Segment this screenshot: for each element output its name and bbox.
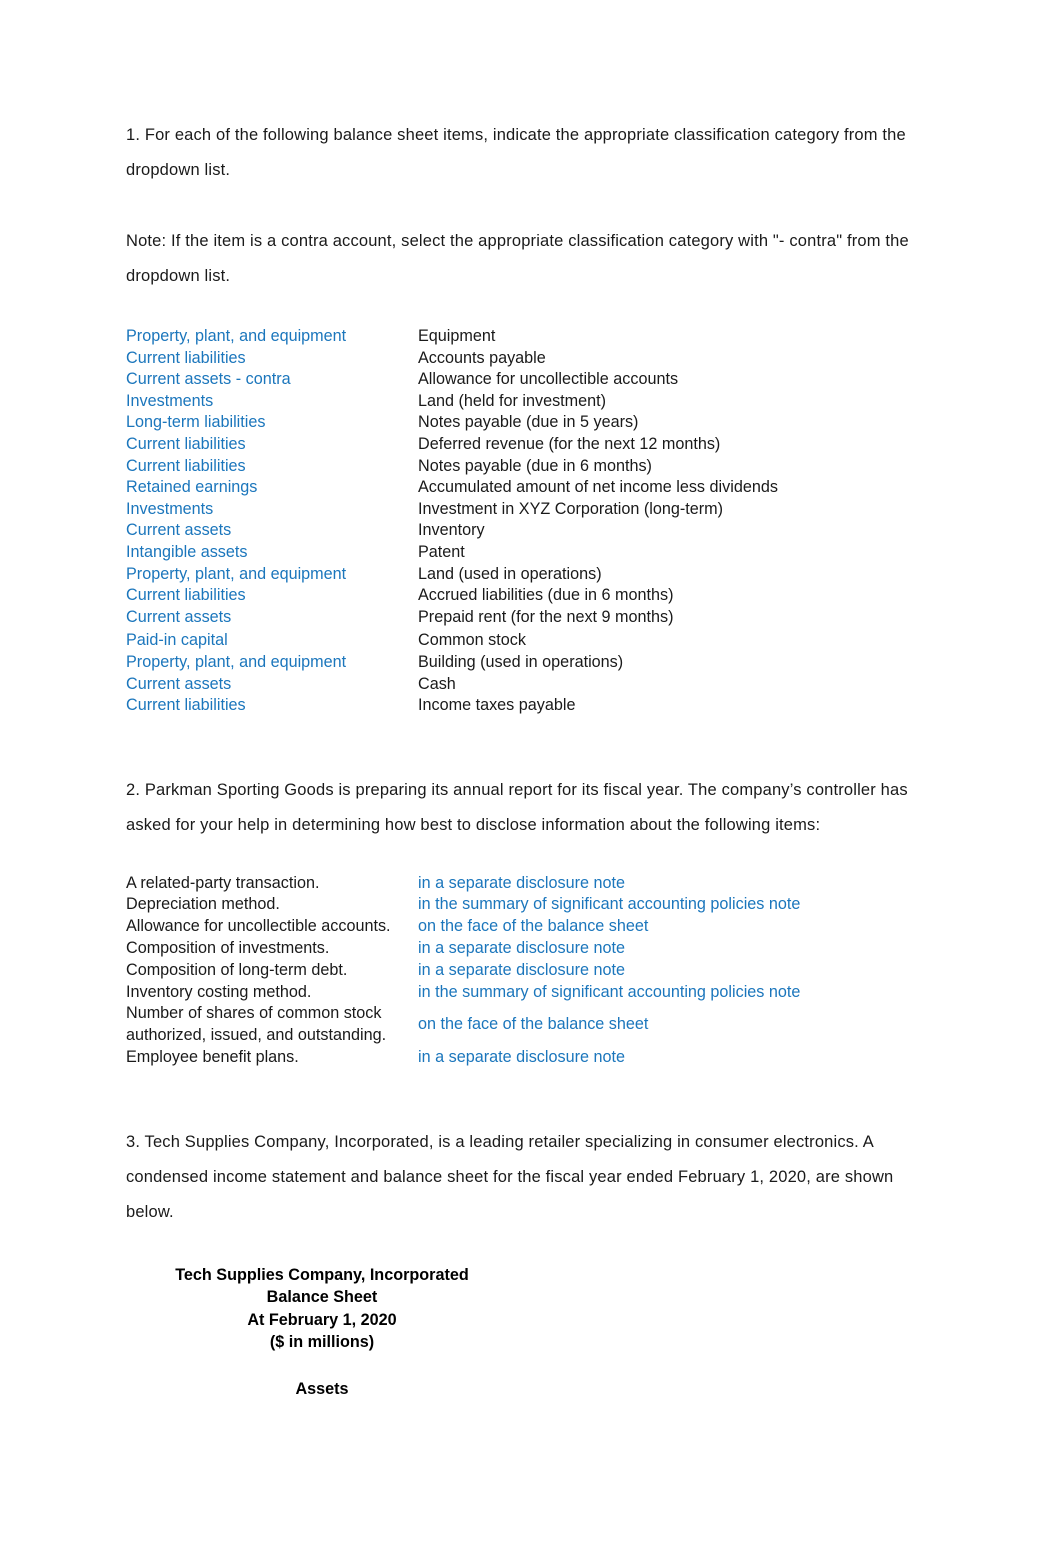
disclosure-item-label: Number of shares of common stock authori… xyxy=(126,1004,387,1045)
balance-sheet-item: Accrued liabilities (due in 6 months) xyxy=(418,586,674,605)
table-row: Current liabilities Accounts payable xyxy=(126,348,938,370)
classification-answer[interactable]: Current assets xyxy=(126,520,418,542)
disclosure-answer[interactable]: on the face of the balance sheet xyxy=(418,916,648,938)
disclosure-answer[interactable]: in the summary of significant accounting… xyxy=(418,894,800,916)
disclosure-item-label: Employee benefit plans. xyxy=(126,1048,299,1067)
disclosure-item-label: A related-party transaction. xyxy=(126,873,320,892)
question-1-intro: 1. For each of the following balance she… xyxy=(126,126,906,179)
table-row: Current assets Cash xyxy=(126,674,938,696)
balance-sheet-item: Equipment xyxy=(418,327,496,345)
table-row: Investments Investment in XYZ Corporatio… xyxy=(126,499,938,521)
table-row: Current assets Prepaid rent (for the nex… xyxy=(126,607,938,629)
balance-sheet-item: Notes payable (due in 5 years) xyxy=(418,413,639,432)
table-row: A related-party transaction. in a separa… xyxy=(126,873,938,895)
classification-answer[interactable]: Property, plant, and equipment xyxy=(126,652,418,674)
balance-sheet-heading: Tech Supplies Company, Incorporated Bala… xyxy=(126,1264,518,1401)
balance-sheet-item: Land (used in operations) xyxy=(418,564,602,583)
table-row: Current liabilities Income taxes payable xyxy=(126,695,938,717)
table-row: Current liabilities Deferred revenue (fo… xyxy=(126,434,938,456)
table-row: Depreciation method. in the summary of s… xyxy=(126,894,938,916)
classification-answer[interactable]: Investments xyxy=(126,499,418,521)
disclosure-answer[interactable]: in a separate disclosure note xyxy=(418,960,625,982)
classification-answer[interactable]: Current liabilities xyxy=(126,585,418,607)
classification-answer[interactable]: Current liabilities xyxy=(126,695,418,717)
classification-list: Property, plant, and equipment Equipment… xyxy=(126,326,938,717)
table-row: Property, plant, and equipment Equipment xyxy=(126,326,938,348)
disclosure-answer[interactable]: in a separate disclosure note xyxy=(418,873,625,895)
table-row: Property, plant, and equipment Building … xyxy=(126,652,938,674)
table-row: Property, plant, and equipment Land (use… xyxy=(126,564,938,586)
balance-sheet-item: Land (held for investment) xyxy=(418,391,607,410)
table-row: Current liabilities Notes payable (due i… xyxy=(126,456,938,478)
table-row: Paid-in capital Common stock xyxy=(126,630,938,652)
table-row: Investments Land (held for investment) xyxy=(126,391,938,413)
balance-sheet-item: Allowance for uncollectible accounts xyxy=(418,370,679,389)
balance-sheet-item: Inventory xyxy=(418,521,485,540)
balance-sheet-item: Notes payable (due in 6 months) xyxy=(418,456,652,475)
disclosure-item-label: Composition of investments. xyxy=(126,939,330,958)
balance-sheet-item: Income taxes payable xyxy=(418,696,576,715)
statement-units: ($ in millions) xyxy=(269,1333,375,1352)
classification-answer[interactable]: Investments xyxy=(126,391,418,413)
balance-sheet-item: Cash xyxy=(418,674,456,693)
table-row: Current assets Inventory xyxy=(126,520,938,542)
classification-answer[interactable]: Paid-in capital xyxy=(126,630,418,652)
classification-answer[interactable]: Current assets - contra xyxy=(126,369,418,391)
classification-answer[interactable]: Current liabilities xyxy=(126,434,418,456)
document-page: 1. For each of the following balance she… xyxy=(0,0,1062,1556)
disclosure-item-label: Inventory costing method. xyxy=(126,982,312,1001)
table-row: Composition of investments. in a separat… xyxy=(126,938,938,960)
balance-sheet-item: Investment in XYZ Corporation (long-term… xyxy=(418,499,723,518)
balance-sheet-item: Prepaid rent (for the next 9 months) xyxy=(418,607,674,626)
statement-section-assets: Assets xyxy=(295,1380,349,1399)
table-row: Long-term liabilities Notes payable (due… xyxy=(126,412,938,434)
statement-company-name: Tech Supplies Company, Incorporated xyxy=(175,1265,469,1284)
statement-date: At February 1, 2020 xyxy=(247,1310,397,1329)
classification-answer[interactable]: Property, plant, and equipment xyxy=(126,564,418,586)
disclosure-answer[interactable]: in a separate disclosure note xyxy=(418,1047,625,1069)
classification-answer[interactable]: Retained earnings xyxy=(126,477,418,499)
table-row: Retained earnings Accumulated amount of … xyxy=(126,477,938,499)
disclosure-answer[interactable]: in a separate disclosure note xyxy=(418,938,625,960)
statement-title: Balance Sheet xyxy=(266,1288,378,1307)
balance-sheet-item: Common stock xyxy=(418,631,526,650)
table-row: Allowance for uncollectible accounts. on… xyxy=(126,916,938,938)
table-row: Current assets - contra Allowance for un… xyxy=(126,369,938,391)
table-row: Number of shares of common stock authori… xyxy=(126,1003,938,1047)
table-row: Composition of long-term debt. in a sepa… xyxy=(126,960,938,982)
balance-sheet-item: Patent xyxy=(418,542,465,561)
question-3-intro: 3. Tech Supplies Company, Incorporated, … xyxy=(126,1132,894,1221)
document-content: 1. For each of the following balance she… xyxy=(126,118,938,1401)
balance-sheet-item: Building (used in operations) xyxy=(418,652,624,671)
classification-answer[interactable]: Current assets xyxy=(126,674,418,696)
balance-sheet-item: Accumulated amount of net income less di… xyxy=(418,478,778,497)
table-row: Intangible assets Patent xyxy=(126,542,938,564)
table-row: Employee benefit plans. in a separate di… xyxy=(126,1047,938,1069)
balance-sheet-item: Deferred revenue (for the next 12 months… xyxy=(418,434,721,453)
disclosure-answer[interactable]: in the summary of significant accounting… xyxy=(418,982,800,1004)
question-2-intro: 2. Parkman Sporting Goods is preparing i… xyxy=(126,780,908,834)
table-row: Inventory costing method. in the summary… xyxy=(126,982,938,1004)
balance-sheet-item: Accounts payable xyxy=(418,348,546,367)
question-1-note: Note: If the item is a contra account, s… xyxy=(126,232,909,285)
disclosure-answer[interactable]: on the face of the balance sheet xyxy=(418,1014,648,1036)
table-row: Current liabilities Accrued liabilities … xyxy=(126,585,938,607)
classification-answer[interactable]: Intangible assets xyxy=(126,542,418,564)
classification-answer[interactable]: Property, plant, and equipment xyxy=(126,326,418,348)
disclosure-item-label: Allowance for uncollectible accounts. xyxy=(126,917,391,936)
classification-answer[interactable]: Current assets xyxy=(126,607,418,629)
classification-answer[interactable]: Long-term liabilities xyxy=(126,412,418,434)
disclosure-item-label: Composition of long-term debt. xyxy=(126,960,348,979)
classification-answer[interactable]: Current liabilities xyxy=(126,456,418,478)
disclosure-list: A related-party transaction. in a separa… xyxy=(126,873,938,1069)
disclosure-item-label: Depreciation method. xyxy=(126,895,280,914)
classification-answer[interactable]: Current liabilities xyxy=(126,348,418,370)
